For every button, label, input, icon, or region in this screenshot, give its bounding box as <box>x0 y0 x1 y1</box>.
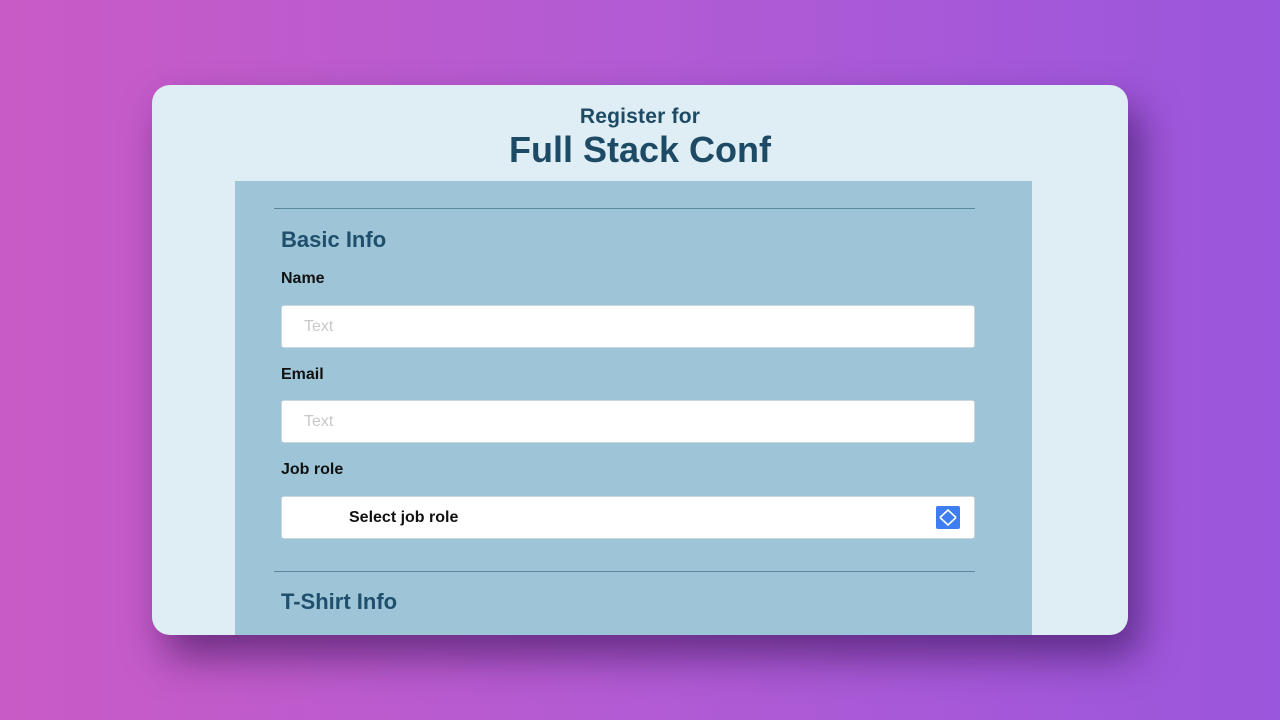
page-title: Full Stack Conf <box>508 129 772 170</box>
registration-window: Register for Full Stack Conf Basic Info … <box>152 85 1128 635</box>
section-divider <box>274 208 975 209</box>
section-divider <box>274 571 975 572</box>
job-role-selected-value: Select job role <box>349 509 459 526</box>
job-role-label: Job role <box>281 461 344 478</box>
tshirt-info-heading: T-Shirt Info <box>281 589 398 614</box>
registration-form: Basic Info Name Email Job role Select jo… <box>235 181 1032 635</box>
basic-info-heading: Basic Info <box>281 227 387 252</box>
name-label: Name <box>281 270 325 287</box>
updown-chevron-icon[interactable] <box>936 506 960 529</box>
email-input[interactable] <box>281 400 975 443</box>
email-label: Email <box>281 366 324 383</box>
page-subtitle: Register for <box>579 105 701 128</box>
job-role-select[interactable]: Select job role <box>281 496 975 539</box>
name-input[interactable] <box>281 305 975 348</box>
